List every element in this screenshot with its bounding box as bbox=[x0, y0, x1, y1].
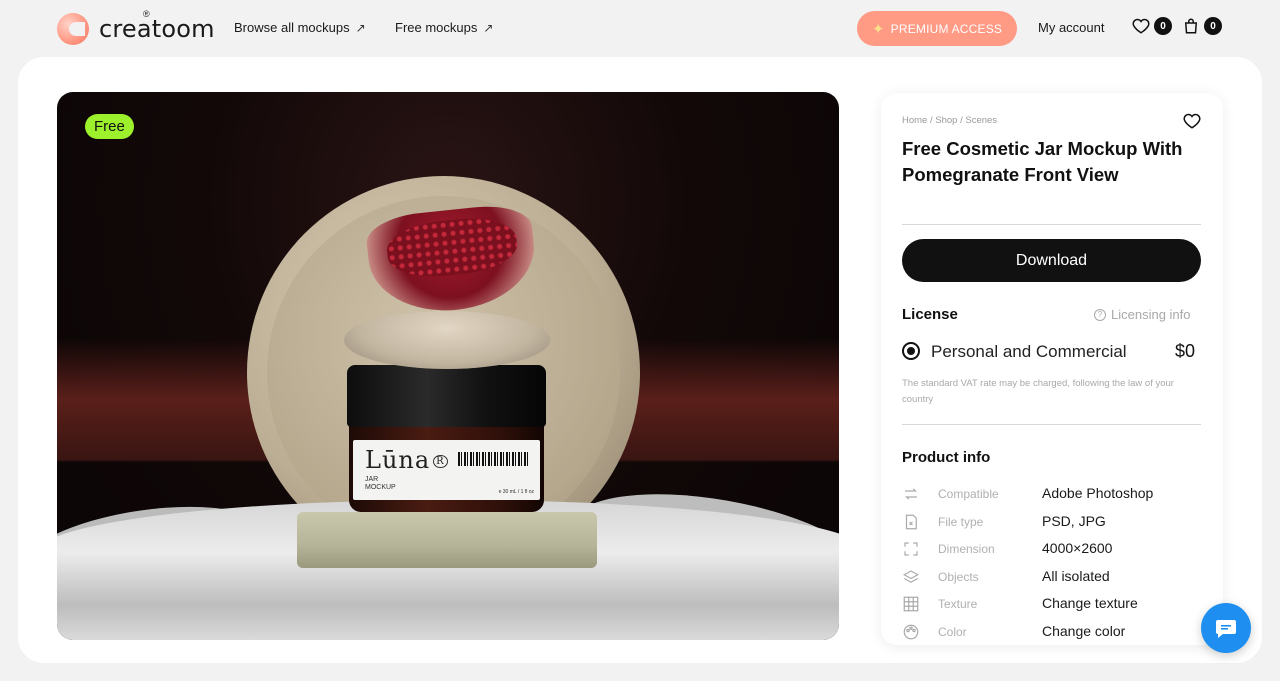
licensing-info-label: Licensing info bbox=[1111, 307, 1191, 322]
info-key: Texture bbox=[938, 597, 978, 611]
info-row-color: Color Change color bbox=[902, 623, 1202, 643]
info-key: Compatible bbox=[938, 487, 999, 501]
licensing-info-link[interactable]: ? Licensing info bbox=[1094, 307, 1191, 322]
info-value: Change texture bbox=[1042, 595, 1138, 611]
license-radio[interactable] bbox=[902, 342, 920, 360]
vat-note: The standard VAT rate may be charged, fo… bbox=[902, 378, 1174, 405]
product-preview-image[interactable]: Lūna R JAR MOCKUP e 30 mL / 1 fl oz bbox=[57, 92, 839, 640]
info-value: Adobe Photoshop bbox=[1042, 485, 1154, 501]
cart-count-badge: 0 bbox=[1204, 17, 1222, 35]
nav-label: Free mockups bbox=[395, 20, 478, 35]
sparkle-icon: ✦ bbox=[871, 20, 885, 38]
jar-sub-text: JAR MOCKUP bbox=[365, 476, 396, 492]
shopping-bag-icon bbox=[1184, 18, 1198, 34]
jar-brand: Lūna bbox=[365, 446, 431, 474]
info-row-objects: Objects All isolated bbox=[902, 568, 1202, 588]
chat-button[interactable] bbox=[1201, 603, 1251, 653]
wishlist-count-badge: 0 bbox=[1154, 17, 1172, 35]
heart-icon bbox=[1132, 18, 1150, 34]
license-option-label[interactable]: Personal and Commercial bbox=[931, 342, 1127, 362]
jar-lid-shape bbox=[347, 365, 546, 427]
site-header: ® creatoom Browse all mockups ↗ Free moc… bbox=[0, 0, 1280, 56]
breadcrumb[interactable]: Home / Shop / Scenes bbox=[902, 115, 997, 126]
logo[interactable]: ® creatoom bbox=[57, 9, 215, 45]
product-details-panel: Home / Shop / Scenes Free Cosmetic Jar M… bbox=[881, 93, 1223, 645]
divider bbox=[902, 424, 1201, 425]
logo-registered-mark: ® bbox=[143, 9, 150, 19]
info-row-file-type: File type PSD, JPG bbox=[902, 513, 1202, 533]
heart-icon bbox=[1183, 113, 1201, 129]
stone-shape bbox=[344, 311, 550, 369]
free-badge: Free bbox=[85, 114, 134, 139]
cart-button[interactable]: 0 bbox=[1182, 17, 1222, 35]
chat-icon bbox=[1216, 620, 1236, 638]
barcode-icon bbox=[458, 452, 528, 466]
license-price: $0 bbox=[1175, 341, 1196, 361]
palette-icon bbox=[903, 624, 919, 640]
jar-sub-1: JAR bbox=[365, 476, 379, 483]
question-circle-icon: ? bbox=[1094, 308, 1106, 321]
arrow-up-right-icon: ↗ bbox=[483, 20, 494, 35]
info-row-dimension: Dimension 4000×2600 bbox=[902, 540, 1202, 560]
logo-mark-icon bbox=[57, 13, 89, 45]
info-value: PSD, JPG bbox=[1042, 513, 1106, 529]
info-key: File type bbox=[938, 515, 984, 529]
nav-label: Browse all mockups bbox=[234, 20, 350, 35]
add-to-wishlist-button[interactable] bbox=[1183, 112, 1201, 135]
file-icon bbox=[905, 514, 917, 530]
soap-block-shape bbox=[297, 512, 597, 568]
product-title: Free Cosmetic Jar Mockup With Pomegranat… bbox=[902, 138, 1183, 185]
license-heading: License bbox=[902, 306, 958, 323]
nav-browse-all-mockups[interactable]: Browse all mockups ↗ bbox=[234, 20, 366, 35]
info-row-compatible: Compatible Adobe Photoshop bbox=[902, 485, 1202, 505]
arrow-up-right-icon: ↗ bbox=[355, 20, 366, 35]
download-button[interactable]: Download bbox=[902, 239, 1201, 282]
my-account-link[interactable]: My account bbox=[1038, 20, 1104, 35]
jar-label: Lūna R JAR MOCKUP e 30 mL / 1 fl oz bbox=[353, 440, 540, 500]
layers-icon bbox=[903, 570, 919, 583]
wishlist-button[interactable]: 0 bbox=[1132, 17, 1172, 35]
info-value: Change color bbox=[1042, 623, 1126, 639]
info-row-texture: Texture Change texture bbox=[902, 595, 1202, 615]
expand-icon bbox=[904, 542, 918, 556]
info-key: Dimension bbox=[938, 542, 995, 556]
info-key: Color bbox=[938, 625, 967, 639]
arrows-swap-icon bbox=[905, 488, 917, 500]
info-value: All isolated bbox=[1042, 568, 1110, 584]
jar-sub-2: MOCKUP bbox=[365, 484, 396, 491]
logo-text: creatoom bbox=[99, 15, 215, 43]
jar-volume: e 30 mL / 1 fl oz bbox=[498, 489, 534, 495]
info-key: Objects bbox=[938, 570, 979, 584]
product-info-heading: Product info bbox=[902, 449, 991, 466]
jar-brand-mark: R bbox=[433, 455, 448, 468]
divider bbox=[902, 224, 1201, 225]
jar-brand-text: Lūna R bbox=[365, 446, 448, 474]
nav-free-mockups[interactable]: Free mockups ↗ bbox=[395, 20, 493, 35]
grid-icon bbox=[903, 596, 919, 612]
premium-access-button[interactable]: ✦ PREMIUM ACCESS bbox=[857, 11, 1017, 46]
premium-label: PREMIUM ACCESS bbox=[890, 21, 1003, 36]
info-value: 4000×2600 bbox=[1042, 540, 1113, 556]
